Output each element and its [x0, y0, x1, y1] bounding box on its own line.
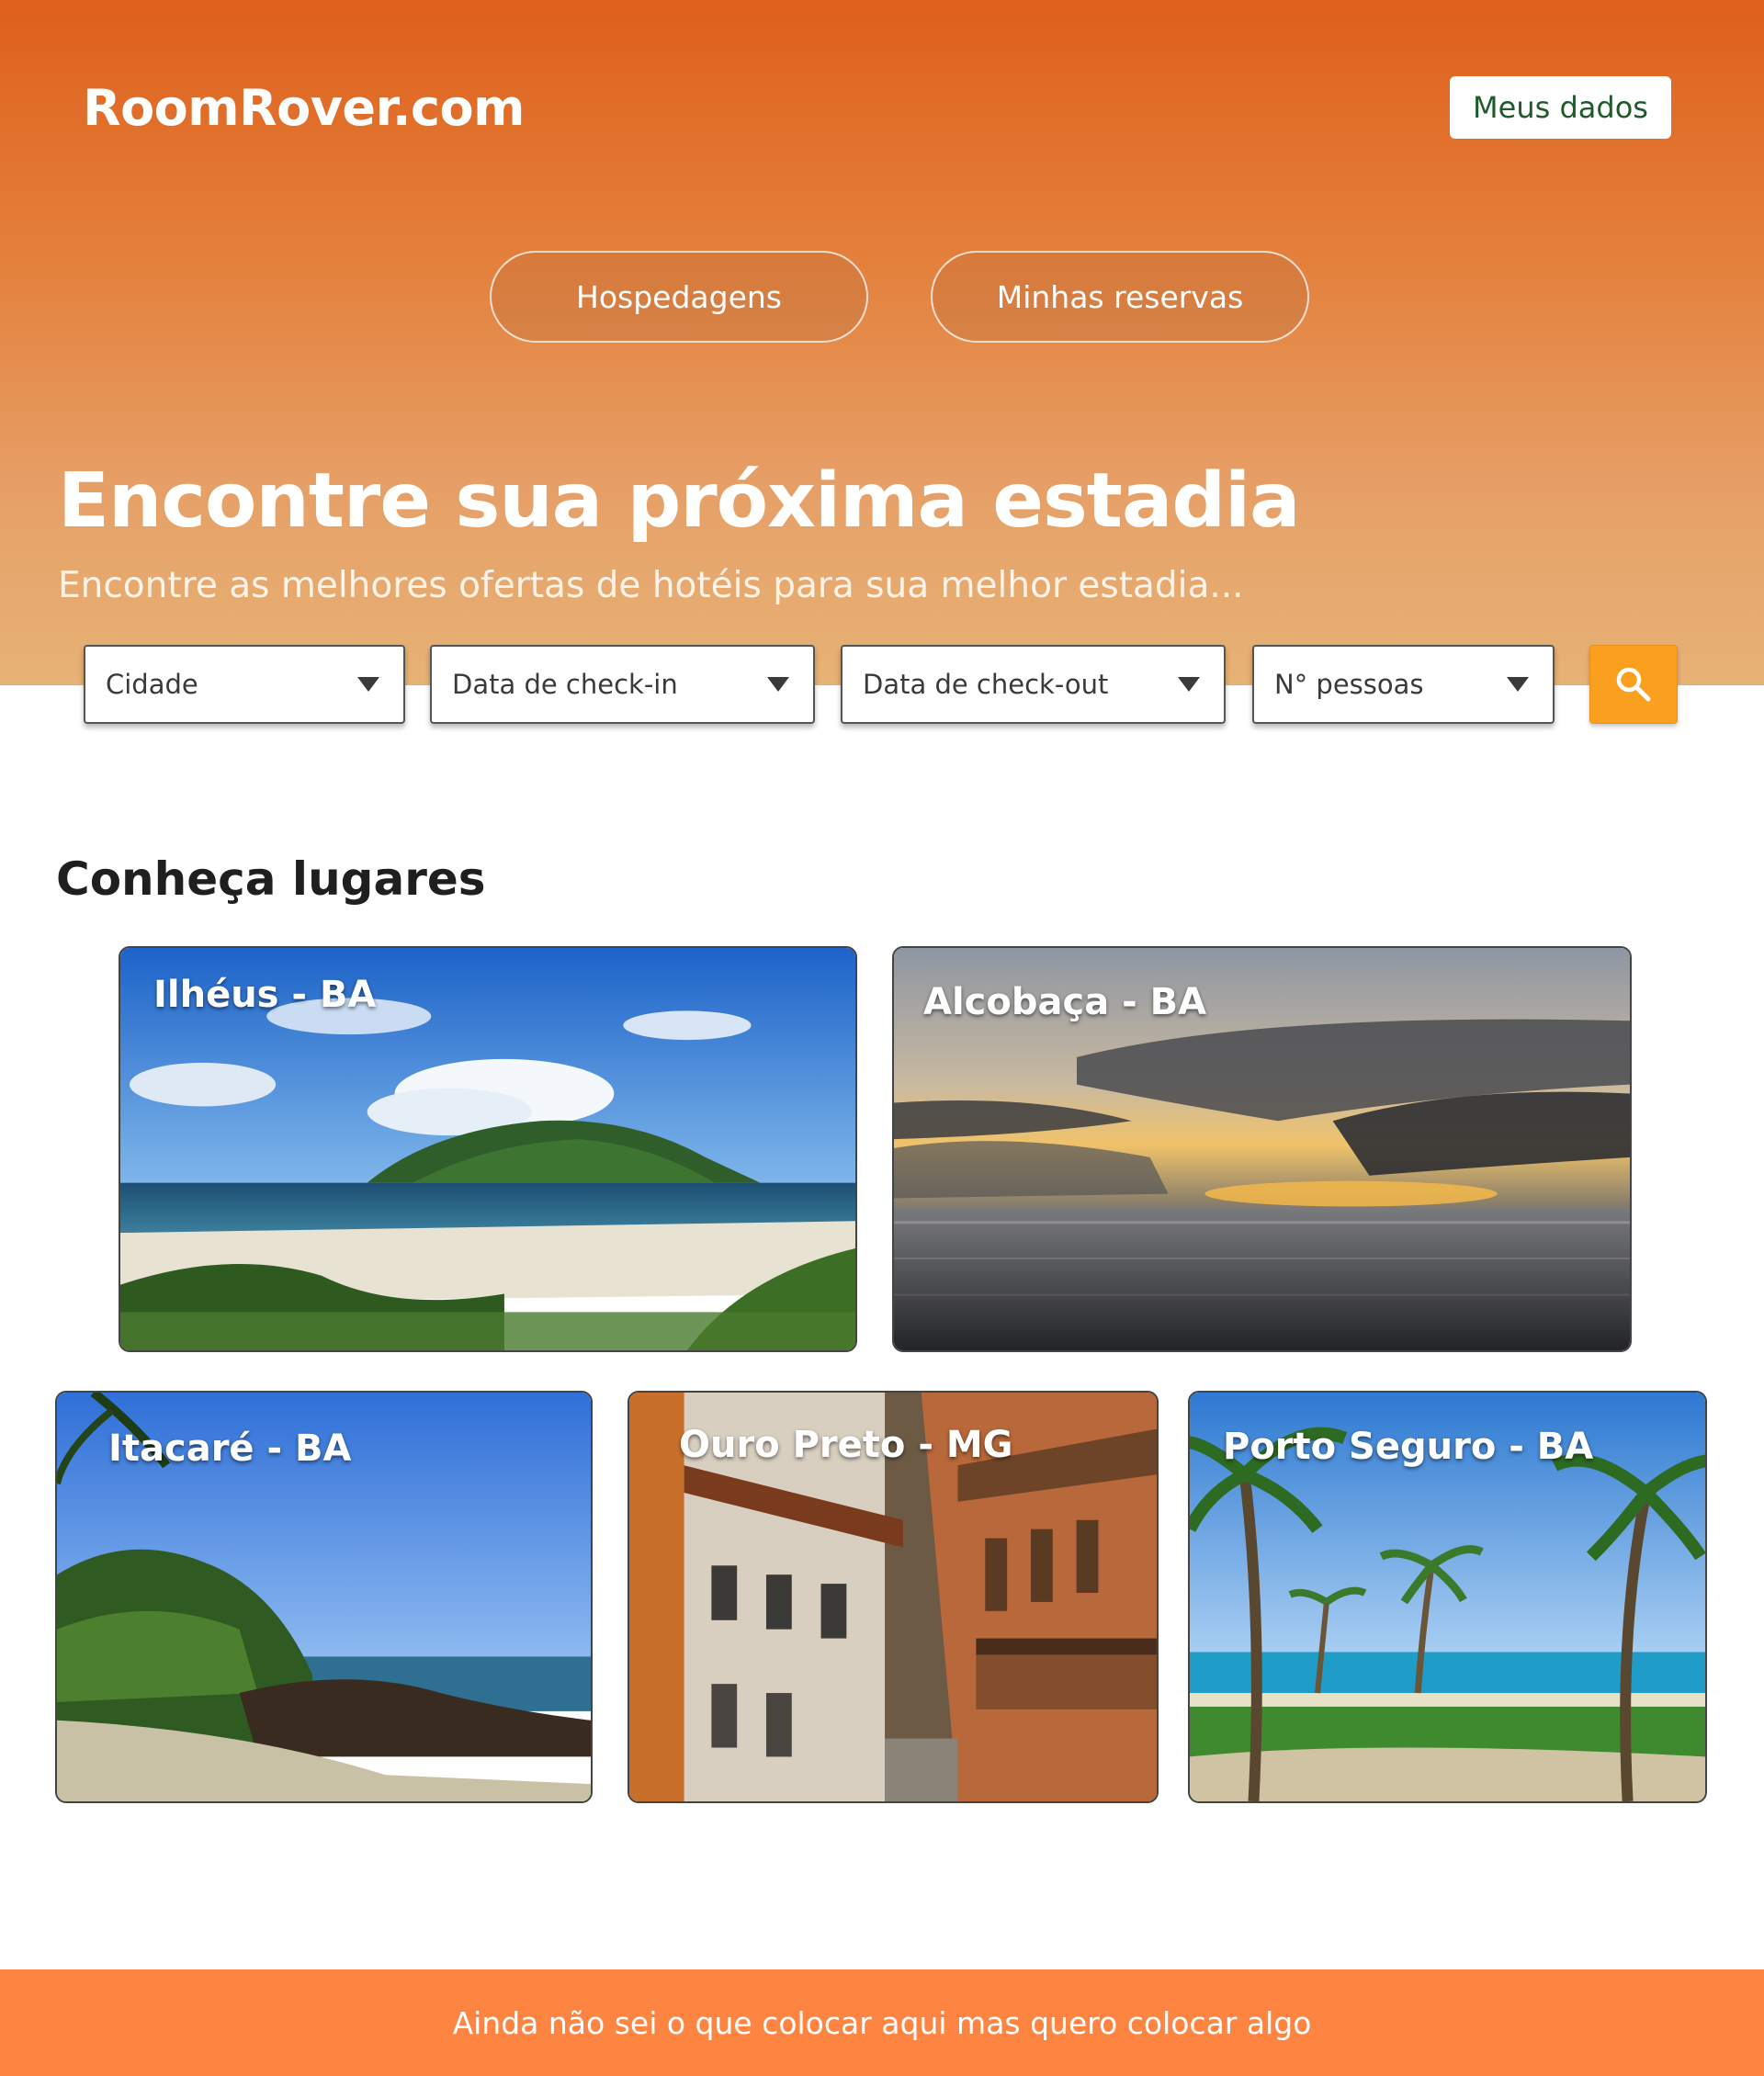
- search-icon: [1616, 667, 1651, 702]
- checkin-select-label: Data de check-in: [452, 669, 678, 700]
- place-label-itacare: Itacaré - BA: [108, 1427, 352, 1470]
- chevron-down-icon: [767, 677, 789, 692]
- guests-select-label: N° pessoas: [1274, 669, 1424, 700]
- footer-text: Ainda não sei o que colocar aqui mas que…: [452, 2004, 1312, 2041]
- chevron-down-icon: [1178, 677, 1200, 692]
- chevron-down-icon: [1507, 677, 1529, 692]
- checkout-select-label: Data de check-out: [863, 669, 1109, 700]
- hero-title: Encontre sua próxima estadia: [58, 457, 1300, 545]
- hero-subtitle: Encontre as melhores ofertas de hotéis p…: [58, 565, 1244, 606]
- place-label-ilheus: Ilhéus - BA: [153, 974, 377, 1016]
- city-select-label: Cidade: [106, 669, 198, 700]
- search-button[interactable]: [1589, 645, 1678, 724]
- nav-lodgings-button[interactable]: Hospedagens: [490, 251, 868, 343]
- city-select[interactable]: Cidade: [84, 645, 405, 724]
- guests-select[interactable]: N° pessoas: [1252, 645, 1555, 724]
- place-card-alcobaca[interactable]: Alcobaça - BA: [892, 946, 1632, 1352]
- checkin-date-select[interactable]: Data de check-in: [430, 645, 815, 724]
- nav-my-bookings-button[interactable]: Minhas reservas: [931, 251, 1309, 343]
- checkout-date-select[interactable]: Data de check-out: [841, 645, 1226, 724]
- chevron-down-icon: [357, 677, 379, 692]
- brand-logo[interactable]: RoomRover.com: [83, 79, 525, 137]
- place-card-ilheus[interactable]: Ilhéus - BA: [119, 946, 857, 1352]
- my-data-button[interactable]: Meus dados: [1450, 76, 1671, 139]
- place-label-ouro-preto: Ouro Preto - MG: [679, 1424, 1013, 1466]
- place-label-alcobaca: Alcobaça - BA: [923, 981, 1207, 1023]
- hero-banner: RoomRover.com Meus dados Hospedagens Min…: [0, 0, 1764, 685]
- place-card-ouro-preto[interactable]: Ouro Preto - MG: [628, 1391, 1159, 1803]
- place-card-porto-seguro[interactable]: Porto Seguro - BA: [1188, 1391, 1707, 1803]
- place-card-itacare[interactable]: Itacaré - BA: [55, 1391, 593, 1803]
- places-section-title: Conheça lugares: [56, 852, 486, 906]
- place-label-porto-seguro: Porto Seguro - BA: [1223, 1426, 1594, 1468]
- footer: Ainda não sei o que colocar aqui mas que…: [0, 1969, 1764, 2076]
